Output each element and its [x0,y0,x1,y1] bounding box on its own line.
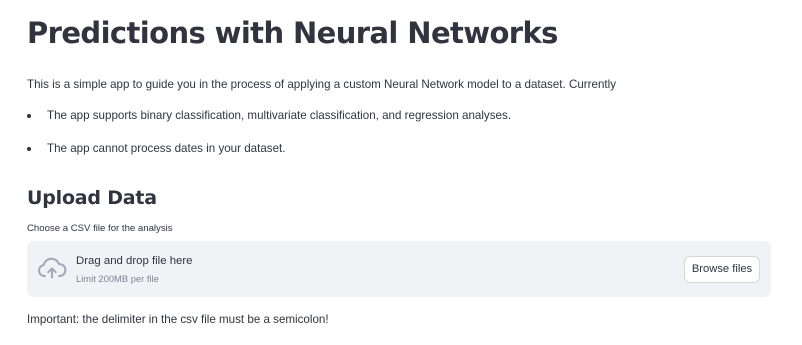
list-item: The app supports binary classification, … [27,108,772,124]
file-uploader-label: Choose a CSV file for the analysis [27,223,173,234]
dropzone-size-limit: Limit 200MB per file [76,273,159,284]
file-dropzone[interactable]: Drag and drop file here Limit 200MB per … [27,241,771,297]
list-item-text: The app cannot process dates in your dat… [47,142,286,155]
browse-files-button[interactable]: Browse files [684,256,760,283]
page-title: Predictions with Neural Networks [27,16,558,50]
intro-text: This is a simple app to guide you in the… [27,78,616,91]
cloud-upload-icon [38,257,67,279]
list-item: The app cannot process dates in your dat… [27,141,772,157]
bullet-dot-icon [27,147,31,151]
section-heading-upload: Upload Data [27,187,157,209]
bullet-dot-icon [27,114,31,118]
delimiter-note: Important: the delimiter in the csv file… [27,313,329,326]
list-item-text: The app supports binary classification, … [47,109,511,122]
dropzone-instructions: Drag and drop file here [76,255,193,267]
feature-list: The app supports binary classification, … [27,108,772,174]
